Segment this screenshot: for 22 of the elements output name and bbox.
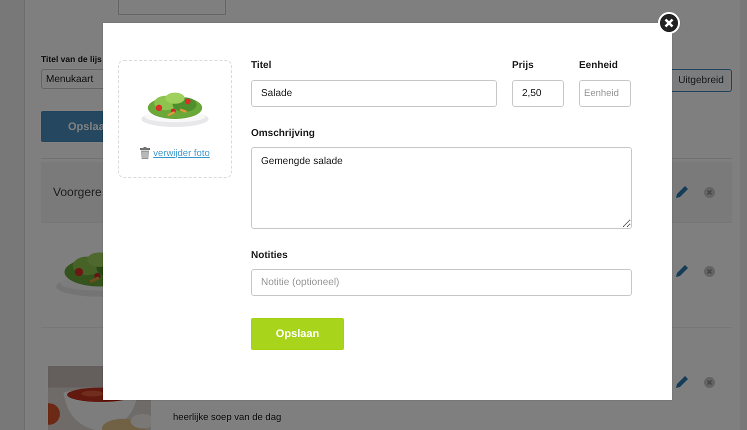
pencil-icon[interactable]	[674, 263, 690, 279]
field-label: Titel	[251, 60, 272, 71]
advanced-button[interactable]: Uitgebreid	[670, 69, 732, 92]
field-label: Notities	[251, 250, 289, 261]
title-field[interactable]: Salade	[251, 80, 497, 107]
section-title: Voorgere	[53, 185, 102, 199]
field-label: Prijs	[512, 60, 535, 71]
unit-field[interactable]: Eenheid	[579, 80, 631, 107]
field-label: Eenheid	[579, 60, 619, 71]
dish-description: heerlijke soep van de dag	[173, 412, 282, 423]
price-field[interactable]: 2,50	[512, 80, 564, 107]
pencil-icon[interactable]	[674, 184, 690, 200]
delete-icon[interactable]	[704, 186, 715, 198]
delete-icon[interactable]	[704, 376, 715, 388]
delete-icon[interactable]	[704, 266, 715, 276]
trash-icon[interactable]	[140, 147, 150, 159]
pencil-icon[interactable]	[674, 374, 690, 390]
field-label: Omschrijving	[251, 128, 316, 139]
field-label: Titel van de lijs	[41, 54, 103, 64]
description-field[interactable]: Gemengde salade	[251, 147, 632, 229]
remove-photo-link[interactable]: verwijder foto	[153, 148, 210, 158]
notes-field[interactable]: Notitie (optioneel)	[251, 269, 632, 296]
